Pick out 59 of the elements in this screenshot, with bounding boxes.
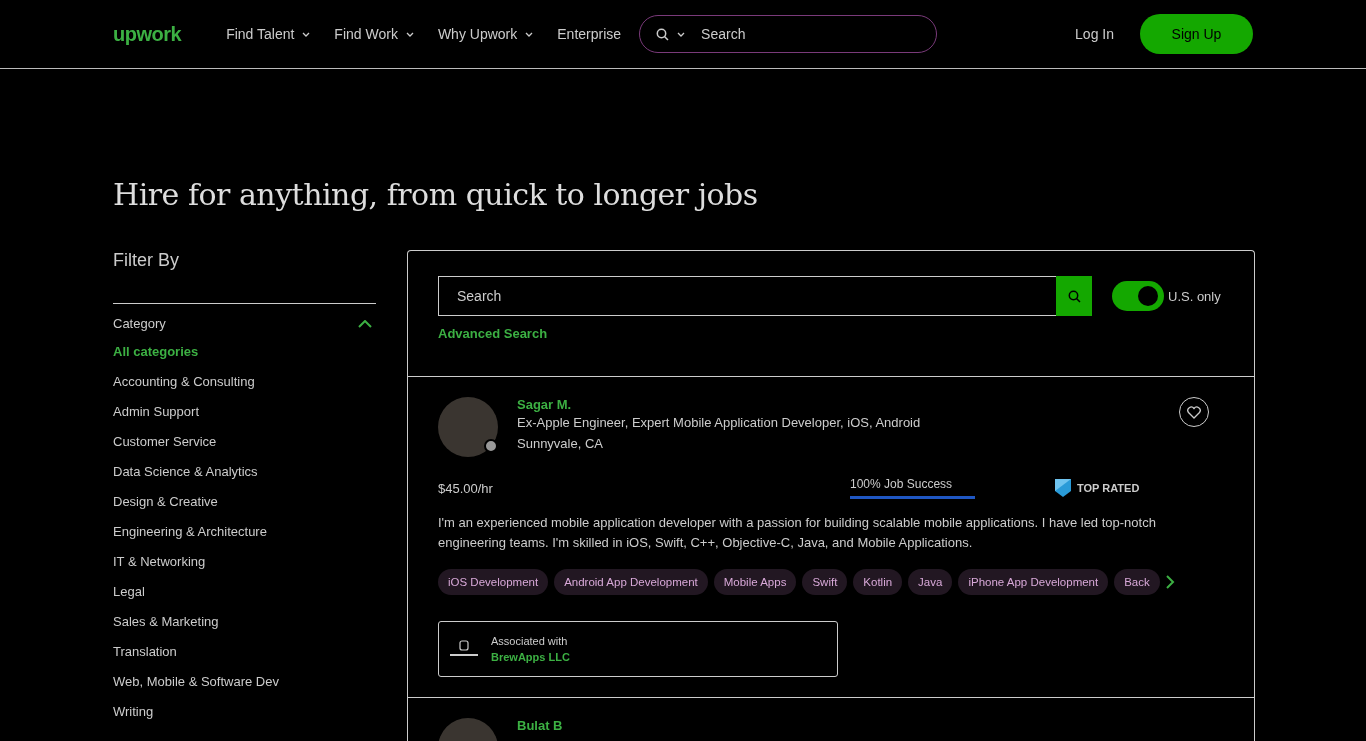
filter-title: Filter By xyxy=(113,250,180,271)
chevron-down-icon xyxy=(525,31,534,37)
skill-tag[interactable]: iOS Development xyxy=(438,569,549,595)
category-link[interactable]: Writing xyxy=(113,697,154,727)
skill-tag[interactable]: Mobile Apps xyxy=(713,569,797,595)
skill-tag[interactable]: Back xyxy=(1114,569,1160,595)
category-link[interactable]: Legal xyxy=(113,577,145,607)
category-link[interactable]: Customer Service xyxy=(113,427,217,457)
search-field[interactable]: Search xyxy=(438,276,1056,316)
heart-icon xyxy=(1187,405,1201,419)
search-field[interactable]: Search xyxy=(699,25,904,43)
chevron-icon[interactable] xyxy=(358,319,372,328)
category-link[interactable]: Data Science & Analytics xyxy=(113,457,258,487)
skill-tag[interactable]: Java xyxy=(908,569,953,595)
hourly-rate: $45.00/hr xyxy=(438,480,494,496)
advanced-search-link[interactable]: Advanced Search xyxy=(438,326,548,341)
nav-link[interactable]: Why Upwork xyxy=(437,26,534,42)
chevron-right-icon[interactable] xyxy=(1165,575,1175,589)
logo[interactable]: upwork xyxy=(113,22,182,46)
nav-link[interactable]: Enterprise xyxy=(557,26,622,42)
nav-link[interactable]: Find Talent xyxy=(226,26,311,42)
category-link[interactable]: Accounting & Consulting xyxy=(113,367,255,397)
login-link[interactable]: Log In xyxy=(1069,25,1120,43)
chevron-down-icon xyxy=(677,31,686,37)
skill-tag[interactable]: iPhone App Development xyxy=(958,569,1109,595)
skill-tag[interactable]: Kotlin xyxy=(853,569,903,595)
agency-logo-icon xyxy=(449,640,479,658)
freelancer-name[interactable]: Bulat B xyxy=(517,718,563,733)
chevron-down-icon xyxy=(302,31,311,37)
nav-link[interactable]: Find Work xyxy=(334,26,414,42)
skill-tag[interactable]: Android App Development xyxy=(554,569,708,595)
category-link[interactable]: Design & Creative xyxy=(113,487,218,517)
section-label: Category xyxy=(113,316,166,331)
badge-icon xyxy=(1055,479,1071,497)
agency-name[interactable]: BrewApps LLC xyxy=(491,651,570,663)
chevron-down-icon xyxy=(405,31,414,37)
category-link[interactable]: Sales & Marketing xyxy=(113,607,219,637)
category-link[interactable]: Admin Support xyxy=(113,397,199,427)
toggle-label: U.S. only xyxy=(1168,288,1221,304)
agency-card[interactable]: Associated with BrewApps LLC xyxy=(438,621,838,677)
freelancer-name[interactable]: Sagar M. xyxy=(517,397,572,412)
search-icon xyxy=(1067,289,1081,303)
job-success-label: 100% Job Success xyxy=(850,477,954,491)
skill-tag[interactable]: Swift xyxy=(802,569,848,595)
category-link[interactable]: Web, Mobile & Software Dev xyxy=(113,667,279,697)
signup-button[interactable]: Sign Up xyxy=(1140,14,1253,54)
top-rated-label: TOP RATED xyxy=(1077,482,1140,494)
agency-caption: Associated with xyxy=(491,635,569,647)
search-button[interactable] xyxy=(1056,276,1092,316)
toggle-switch[interactable] xyxy=(1112,281,1164,311)
freelancer-title: Ex-Apple Engineer, Expert Mobile Application Developer, iOS, Android xyxy=(517,415,922,430)
category-link[interactable]: Engineering & Architecture xyxy=(113,517,267,547)
location: Sunnyvale, CA xyxy=(517,436,604,451)
category-link[interactable]: All categories xyxy=(113,337,199,367)
category-link[interactable]: Translation xyxy=(113,637,177,667)
description: I'm an experienced mobile application developer with a passion for building scalable mobile applications. I have led top-notch engineering teams. I'm skilled in iOS, Swift, C++, Objective-C, Java, and Mobile Applications. xyxy=(438,514,1157,552)
page-heading: Hire for anything, from quick to longer jobs xyxy=(113,177,759,212)
category-link[interactable]: IT & Networking xyxy=(113,547,206,577)
search-icon xyxy=(656,27,670,41)
